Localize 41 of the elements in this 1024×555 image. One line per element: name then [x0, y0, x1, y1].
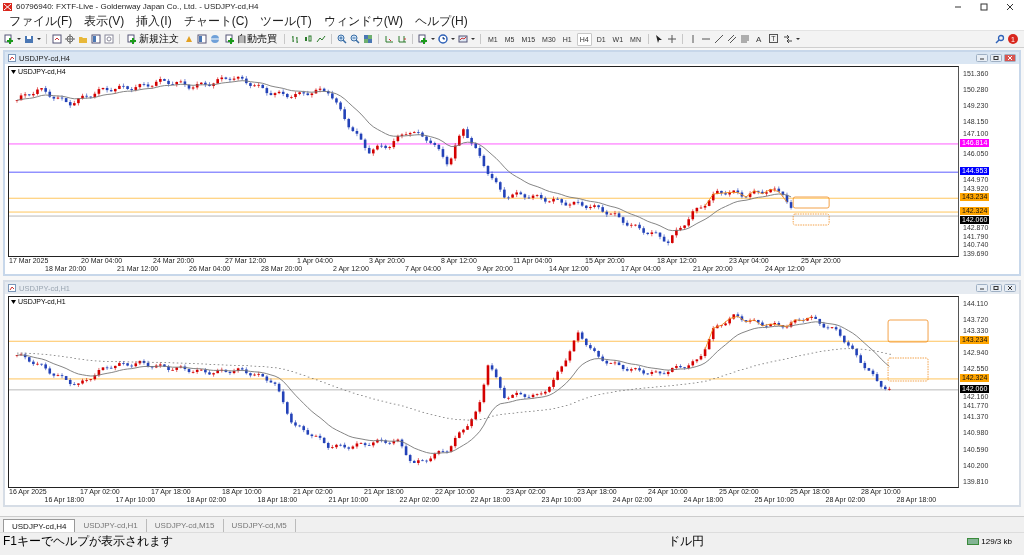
window-title: 60796940: FXTF-Live - Goldenway Japan Co., Ltd. - USDJPY-cd,H4 — [16, 2, 260, 11]
menu-item[interactable]: ヘルプ(H) — [409, 13, 474, 30]
new-chart-icon[interactable] — [4, 34, 14, 44]
dropdown-triangle-icon[interactable] — [11, 69, 16, 74]
text-tool-button[interactable]: A — [752, 32, 765, 46]
menu-item[interactable]: ファイル(F) — [3, 13, 79, 30]
clock-icon[interactable] — [438, 34, 448, 44]
price-level-line[interactable] — [9, 197, 958, 199]
candlestick-icon[interactable] — [303, 34, 313, 44]
new-order-button[interactable]: 新規注文 — [125, 32, 181, 46]
connection-traffic: 129/3 kb — [981, 537, 1012, 546]
chart-tab[interactable]: USDJPY-cd,H4 — [3, 519, 76, 532]
zoom-in-icon[interactable] — [337, 34, 347, 44]
globe-icon[interactable] — [210, 34, 220, 44]
line-chart-icon[interactable] — [316, 34, 326, 44]
close-icon[interactable] — [1006, 2, 1014, 11]
menu-item[interactable]: ウィンドウ(W) — [317, 13, 409, 30]
price-level-line[interactable] — [9, 143, 958, 145]
price-level-line[interactable] — [9, 378, 958, 380]
crosshair-icon[interactable] — [666, 34, 677, 44]
menu-item[interactable]: 表示(V) — [78, 13, 131, 30]
cursor-icon[interactable] — [653, 34, 664, 44]
chart-icon — [8, 54, 16, 62]
menu-item[interactable]: チャート(C) — [177, 13, 255, 30]
auto-trading-button[interactable]: 自動売買 — [223, 32, 279, 46]
status-symbol: ドル円 — [668, 533, 705, 550]
tile-windows-icon[interactable] — [363, 34, 373, 44]
zoom-out-icon[interactable] — [350, 34, 360, 44]
new-chart-icon[interactable] — [127, 34, 137, 44]
connection-bars-icon — [967, 538, 980, 545]
chart-icon — [8, 284, 16, 292]
maximize-icon[interactable] — [980, 2, 988, 11]
menu-item[interactable]: ツール(T) — [254, 13, 318, 30]
bar-chart-icon[interactable] — [290, 34, 300, 44]
status-help-text: F1キーでヘルプが表示されます — [3, 533, 174, 550]
search-icon[interactable] — [995, 34, 1005, 44]
menu-item[interactable]: 挿入(I) — [130, 13, 178, 30]
restore-icon[interactable] — [990, 54, 1002, 62]
channel-icon[interactable] — [726, 34, 737, 44]
trendline-icon[interactable] — [713, 34, 724, 44]
dropdown-triangle-icon[interactable] — [11, 299, 16, 304]
